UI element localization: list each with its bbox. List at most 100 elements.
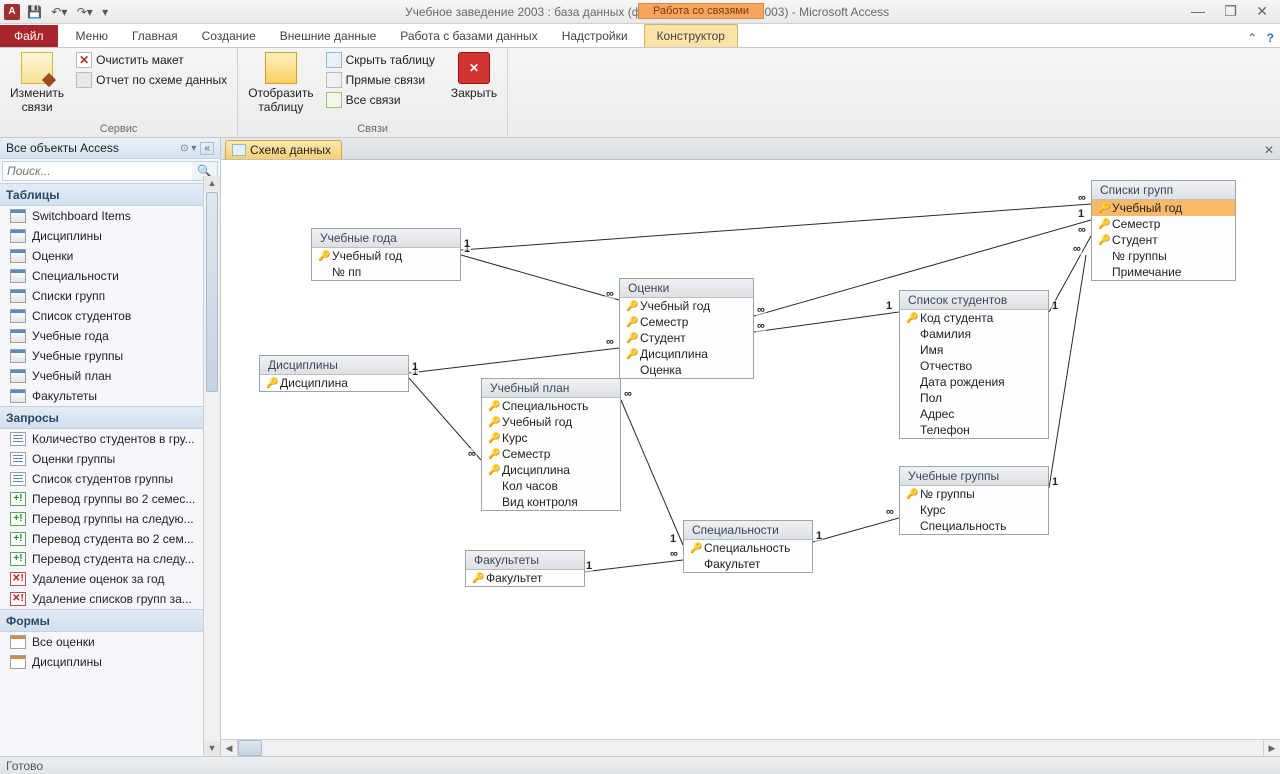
nav-query-item[interactable]: +!Перевод студента во 2 сем...: [0, 529, 220, 549]
category-queries[interactable]: Запросы ︽: [0, 406, 220, 429]
table-field[interactable]: 🔑Код студента: [900, 310, 1048, 326]
category-forms[interactable]: Формы ︽: [0, 609, 220, 632]
close-button[interactable]: ✕ Закрыть: [447, 50, 501, 102]
table-field[interactable]: 🔑Студент: [620, 330, 753, 346]
nav-table-item[interactable]: Дисциплины: [0, 226, 220, 246]
doctab-close-button[interactable]: ✕: [1258, 141, 1280, 159]
clear-layout-button[interactable]: ✕ Очистить макет: [72, 50, 231, 70]
table-field[interactable]: Отчество: [900, 358, 1048, 374]
hscroll-thumb[interactable]: [238, 740, 262, 756]
table-box-fac[interactable]: Факультеты🔑Факультет: [465, 550, 585, 587]
nav-header[interactable]: Все объекты Access ⊙ ▾ «: [0, 138, 220, 159]
table-field[interactable]: Примечание: [1092, 264, 1235, 280]
table-field[interactable]: 🔑Курс: [482, 430, 620, 446]
table-field[interactable]: № пп: [312, 264, 460, 280]
nav-form-item[interactable]: Все оценки: [0, 632, 220, 652]
save-button[interactable]: 💾: [24, 3, 45, 21]
table-field[interactable]: Кол часов: [482, 478, 620, 494]
table-field[interactable]: 🔑Учебный год: [482, 414, 620, 430]
table-field[interactable]: 🔑Студент: [1092, 232, 1235, 248]
nav-query-item[interactable]: Оценки группы: [0, 449, 220, 469]
scroll-up-button[interactable]: ▲: [204, 176, 220, 191]
table-field[interactable]: Курс: [900, 502, 1048, 518]
table-field[interactable]: 🔑Специальность: [684, 540, 812, 556]
nav-query-item[interactable]: Список студентов группы: [0, 469, 220, 489]
edit-relationships-button[interactable]: Изменить связи: [6, 50, 68, 116]
table-box-ocenki[interactable]: Оценки🔑Учебный год🔑Семестр🔑Студент🔑Дисци…: [619, 278, 754, 379]
horizontal-scrollbar[interactable]: ◀ ▶: [221, 739, 1280, 756]
category-tables[interactable]: Таблицы ︽: [0, 183, 220, 206]
help-button[interactable]: ?: [1267, 31, 1274, 45]
table-field[interactable]: Пол: [900, 390, 1048, 406]
table-box-disc[interactable]: Дисциплины🔑Дисциплина: [259, 355, 409, 392]
all-relationships-button[interactable]: Все связи: [322, 90, 439, 110]
table-field[interactable]: 🔑Учебный год: [1092, 200, 1235, 216]
nav-table-item[interactable]: Switchboard Items: [0, 206, 220, 226]
table-field[interactable]: Факультет: [684, 556, 812, 572]
relationship-report-button[interactable]: Отчет по схеме данных: [72, 70, 231, 90]
table-field[interactable]: Специальность: [900, 518, 1048, 534]
hide-table-button[interactable]: Скрыть таблицу: [322, 50, 439, 70]
tab-design[interactable]: Конструктор: [644, 24, 738, 47]
nav-dropdown-icon[interactable]: ⊙ ▾: [180, 143, 196, 154]
table-field[interactable]: 🔑Дисциплина: [620, 346, 753, 362]
scroll-right-button[interactable]: ▶: [1263, 740, 1280, 756]
nav-query-item[interactable]: ✕!Удаление оценок за год: [0, 569, 220, 589]
table-box-spgr[interactable]: Списки групп🔑Учебный год🔑Семестр🔑Студент…: [1091, 180, 1236, 281]
tab-addins[interactable]: Надстройки: [550, 25, 640, 47]
nav-query-item[interactable]: +!Перевод группы во 2 семес...: [0, 489, 220, 509]
nav-table-item[interactable]: Специальности: [0, 266, 220, 286]
nav-query-item[interactable]: ✕!Удаление списков групп за...: [0, 589, 220, 609]
nav-table-item[interactable]: Оценки: [0, 246, 220, 266]
table-box-uchplan[interactable]: Учебный план🔑Специальность🔑Учебный год🔑К…: [481, 378, 621, 511]
nav-table-item[interactable]: Учебный план: [0, 366, 220, 386]
show-table-button[interactable]: Отобразить таблицу: [244, 50, 317, 116]
table-field[interactable]: 🔑Семестр: [620, 314, 753, 330]
nav-query-item[interactable]: +!Перевод студента на следу...: [0, 549, 220, 569]
table-box-uchgoda[interactable]: Учебные года🔑Учебный год№ пп: [311, 228, 461, 281]
table-field[interactable]: 🔑Дисциплина: [260, 375, 408, 391]
scroll-thumb[interactable]: [206, 192, 218, 392]
nav-table-item[interactable]: Списки групп: [0, 286, 220, 306]
table-field[interactable]: 🔑№ группы: [900, 486, 1048, 502]
nav-collapse-button[interactable]: «: [200, 142, 214, 155]
table-field[interactable]: 🔑Факультет: [466, 570, 584, 586]
table-field[interactable]: 🔑Учебный год: [620, 298, 753, 314]
redo-button[interactable]: ↷▾: [74, 3, 96, 21]
nav-scrollbar[interactable]: ▲ ▼: [203, 176, 220, 756]
nav-form-item[interactable]: Дисциплины: [0, 652, 220, 672]
nav-query-item[interactable]: Количество студентов в гру...: [0, 429, 220, 449]
minimize-ribbon-button[interactable]: ⌃: [1247, 31, 1257, 45]
direct-relationships-button[interactable]: Прямые связи: [322, 70, 439, 90]
table-box-spisst[interactable]: Список студентов🔑Код студентаФамилияИмяО…: [899, 290, 1049, 439]
table-field[interactable]: 🔑Семестр: [482, 446, 620, 462]
table-field[interactable]: Оценка: [620, 362, 753, 378]
tab-db-tools[interactable]: Работа с базами данных: [388, 25, 549, 47]
qat-more-button[interactable]: ▾: [99, 3, 111, 21]
table-field[interactable]: № группы: [1092, 248, 1235, 264]
table-field[interactable]: 🔑Учебный год: [312, 248, 460, 264]
nav-table-item[interactable]: Список студентов: [0, 306, 220, 326]
table-field[interactable]: Фамилия: [900, 326, 1048, 342]
tab-menu[interactable]: Меню: [64, 25, 120, 47]
search-input[interactable]: [3, 162, 192, 180]
table-field[interactable]: Телефон: [900, 422, 1048, 438]
table-field[interactable]: Дата рождения: [900, 374, 1048, 390]
table-field[interactable]: 🔑Дисциплина: [482, 462, 620, 478]
scroll-down-button[interactable]: ▼: [204, 741, 220, 756]
doctab-relationships[interactable]: Схема данных: [225, 140, 342, 159]
nav-table-item[interactable]: Учебные года: [0, 326, 220, 346]
table-field[interactable]: 🔑Специальность: [482, 398, 620, 414]
minimize-button[interactable]: —: [1183, 3, 1213, 19]
nav-table-item[interactable]: Учебные группы: [0, 346, 220, 366]
tab-external-data[interactable]: Внешние данные: [268, 25, 389, 47]
table-field[interactable]: 🔑Семестр: [1092, 216, 1235, 232]
tab-home[interactable]: Главная: [120, 25, 190, 47]
restore-button[interactable]: ❐: [1216, 3, 1245, 20]
tab-create[interactable]: Создание: [190, 25, 268, 47]
table-field[interactable]: Адрес: [900, 406, 1048, 422]
undo-button[interactable]: ↶▾: [48, 3, 70, 21]
table-field[interactable]: Имя: [900, 342, 1048, 358]
nav-table-item[interactable]: Факультеты: [0, 386, 220, 406]
close-window-button[interactable]: ✕: [1248, 3, 1276, 20]
